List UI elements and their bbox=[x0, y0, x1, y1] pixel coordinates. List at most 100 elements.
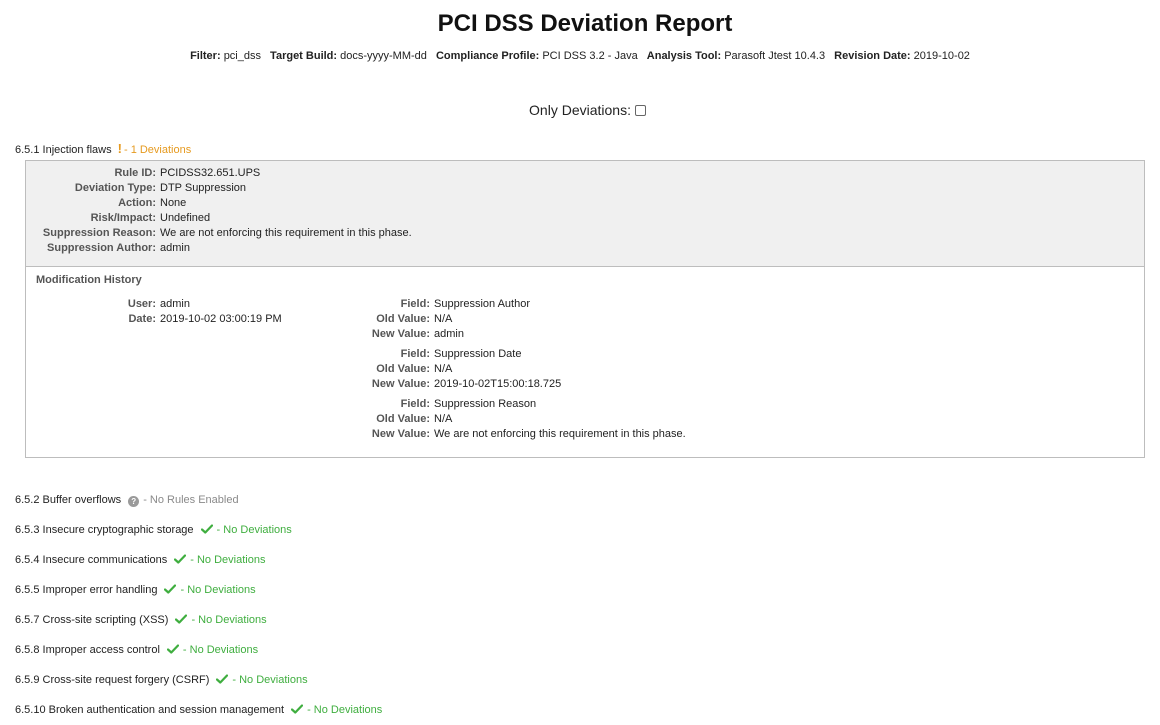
detail-label: Risk/Impact: bbox=[90, 212, 156, 224]
section-status: - No Deviations bbox=[307, 704, 383, 716]
check-icon bbox=[200, 524, 213, 534]
detail-label: Action: bbox=[118, 197, 156, 209]
change-entry: Field: Suppression Reason Old Value: N/A… bbox=[26, 397, 826, 442]
only-deviations-label: Only Deviations: bbox=[529, 102, 631, 118]
change-label: Old Value: bbox=[376, 313, 430, 325]
section-title: 6.5.10 Broken authentication and session… bbox=[15, 704, 285, 716]
change-old-value: N/A bbox=[434, 363, 453, 375]
check-icon bbox=[216, 674, 229, 684]
detail-value: None bbox=[160, 197, 187, 209]
change-field: Suppression Reason bbox=[434, 398, 537, 410]
section-6-5-1[interactable]: 6.5.1 Injection flaws! - 1 Deviations bbox=[15, 141, 191, 156]
detail-row-suppression-author: Suppression Author: admin bbox=[26, 241, 726, 256]
section-6-5-7[interactable]: 6.5.7 Cross-site scripting (XSS) - No Dev… bbox=[15, 614, 267, 626]
section-title: 6.5.3 Insecure cryptographic storage bbox=[15, 524, 194, 536]
meta-value: Parasoft Jtest 10.4.3 bbox=[724, 50, 826, 62]
history-changes: Field: Suppression Author Old Value: N/A… bbox=[26, 297, 826, 447]
change-label: Field: bbox=[400, 348, 430, 360]
only-deviations-filter: Only Deviations: bbox=[0, 102, 1160, 118]
section-6-5-3[interactable]: 6.5.3 Insecure cryptographic storage - No… bbox=[15, 524, 292, 536]
change-entry: Field: Suppression Date Old Value: N/A N… bbox=[26, 347, 826, 392]
section-6-5-4[interactable]: 6.5.4 Insecure communications - No Deviat… bbox=[15, 554, 265, 566]
check-icon bbox=[291, 704, 304, 714]
check-icon bbox=[174, 554, 187, 564]
section-6-5-10[interactable]: 6.5.10 Broken authentication and session… bbox=[15, 704, 382, 716]
question-icon: ? bbox=[128, 496, 140, 507]
page-title: PCI DSS Deviation Report bbox=[437, 10, 733, 37]
meta-value: 2019-10-02 bbox=[913, 50, 970, 62]
detail-value: We are not enforcing this requirement in… bbox=[160, 227, 412, 239]
meta-value: docs-yyyy-MM-dd bbox=[340, 50, 427, 62]
section-title: 6.5.8 Improper access control bbox=[15, 644, 160, 656]
detail-value: admin bbox=[160, 242, 190, 254]
section-title: 6.5.4 Insecure communications bbox=[15, 554, 168, 566]
detail-label: Suppression Reason: bbox=[42, 227, 156, 239]
meta-label: Revision Date: bbox=[834, 50, 911, 62]
meta-revision-date: Revision Date: 2019-10-02 bbox=[834, 50, 970, 62]
meta-compliance-profile: Compliance Profile: PCI DSS 3.2 - Java bbox=[436, 50, 638, 62]
change-label: Field: bbox=[400, 298, 430, 310]
section-status: - No Deviations bbox=[180, 584, 256, 596]
detail-label: Rule ID: bbox=[114, 167, 156, 179]
meta-label: Filter: bbox=[190, 50, 221, 62]
detail-row-deviation-type: Deviation Type: DTP Suppression bbox=[26, 181, 726, 196]
change-label: New Value: bbox=[371, 328, 430, 340]
section-title: 6.5.7 Cross-site scripting (XSS) bbox=[15, 614, 169, 626]
detail-label: Suppression Author: bbox=[47, 242, 156, 254]
meta-filter: Filter: pci_dss bbox=[190, 50, 261, 62]
detail-label: Deviation Type: bbox=[74, 182, 156, 194]
change-old-value: N/A bbox=[434, 413, 453, 425]
detail-row-suppression-reason: Suppression Reason: We are not enforcing… bbox=[26, 226, 726, 241]
change-entry: Field: Suppression Author Old Value: N/A… bbox=[26, 297, 826, 342]
section-status: - No Deviations bbox=[232, 674, 308, 686]
change-field: Suppression Date bbox=[434, 348, 522, 360]
section-title: 6.5.2 Buffer overflows bbox=[15, 494, 122, 506]
change-label: Field: bbox=[400, 398, 430, 410]
section-title: 6.5.5 Improper error handling bbox=[15, 584, 158, 596]
detail-value: Undefined bbox=[160, 212, 211, 224]
meta-label: Target Build: bbox=[270, 50, 338, 62]
section-status: - No Deviations bbox=[216, 524, 292, 536]
meta-analysis-tool: Analysis Tool: Parasoft Jtest 10.4.3 bbox=[647, 50, 825, 62]
check-icon bbox=[175, 614, 188, 624]
section-6-5-5[interactable]: 6.5.5 Improper error handling - No Deviat… bbox=[15, 584, 256, 596]
change-new-value: 2019-10-02T15:00:18.725 bbox=[434, 378, 562, 390]
section-status: - No Deviations bbox=[182, 644, 259, 656]
change-old-value: N/A bbox=[434, 313, 453, 325]
detail-row-risk-impact: Risk/Impact: Undefined bbox=[26, 211, 726, 226]
detail-row-action: Action: None bbox=[26, 196, 726, 211]
report-meta: Filter: pci_dss Target Build: docs-yyyy-… bbox=[0, 50, 1160, 62]
change-label: Old Value: bbox=[376, 363, 430, 375]
section-6-5-8[interactable]: 6.5.8 Improper access control - No Deviat… bbox=[15, 644, 258, 656]
change-label: Old Value: bbox=[376, 413, 430, 425]
detail-value: DTP Suppression bbox=[160, 182, 247, 194]
change-field: Suppression Author bbox=[434, 298, 531, 310]
meta-value: pci_dss bbox=[223, 50, 261, 62]
section-status: - No Deviations bbox=[190, 554, 266, 566]
detail-value: PCIDSS32.651.UPS bbox=[160, 167, 261, 179]
meta-label: Compliance Profile: bbox=[435, 50, 540, 62]
section-6-5-9[interactable]: 6.5.9 Cross-site request forgery (CSRF) -… bbox=[15, 674, 308, 686]
section-status: - No Rules Enabled bbox=[143, 494, 239, 506]
section-status: - 1 Deviations bbox=[123, 144, 192, 156]
section-status: - No Deviations bbox=[191, 614, 267, 626]
change-label: New Value: bbox=[371, 378, 430, 390]
meta-target-build: Target Build: docs-yyyy-MM-dd bbox=[270, 50, 427, 62]
only-deviations-checkbox[interactable] bbox=[634, 105, 646, 116]
details-list: Rule ID: PCIDSS32.651.UPS Deviation Type… bbox=[26, 166, 726, 256]
section-6-5-2[interactable]: 6.5.2 Buffer overflows? - No Rules Enable… bbox=[15, 494, 239, 507]
meta-value: PCI DSS 3.2 - Java bbox=[542, 50, 638, 62]
check-icon bbox=[166, 644, 179, 654]
meta-label: Analysis Tool: bbox=[646, 50, 722, 62]
deviation-panel: Rule ID: PCIDSS32.651.UPS Deviation Type… bbox=[25, 160, 1145, 458]
change-label: New Value: bbox=[371, 428, 430, 440]
check-icon bbox=[164, 584, 177, 594]
change-new-value: We are not enforcing this requirement in… bbox=[434, 428, 686, 440]
modification-history-title: Modification History bbox=[36, 274, 142, 286]
change-new-value: admin bbox=[434, 328, 464, 340]
deviation-details: Rule ID: PCIDSS32.651.UPS Deviation Type… bbox=[26, 161, 1144, 267]
section-title: 6.5.1 Injection flaws bbox=[15, 144, 112, 156]
exclamation-icon: ! bbox=[117, 141, 122, 156]
detail-row-rule-id: Rule ID: PCIDSS32.651.UPS bbox=[26, 166, 726, 181]
section-title: 6.5.9 Cross-site request forgery (CSRF) bbox=[15, 674, 210, 686]
